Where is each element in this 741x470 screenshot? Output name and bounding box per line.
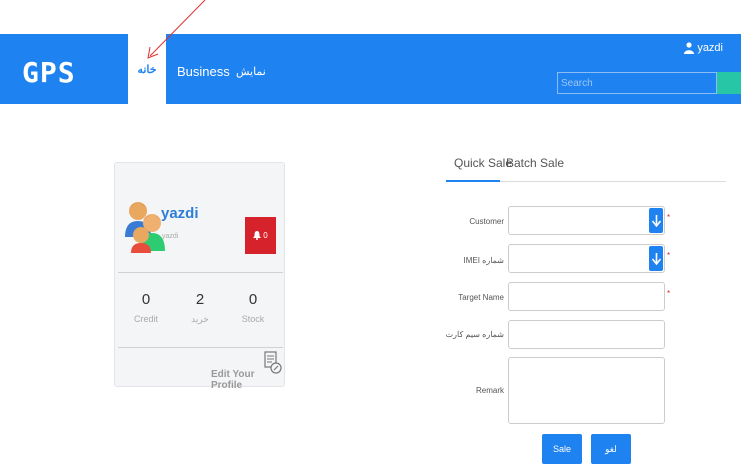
imei-label: IMEI شماره <box>463 256 505 265</box>
stat-label: Credit <box>133 314 158 324</box>
customer-label: Customer <box>469 217 504 226</box>
required-mark: * <box>667 251 671 260</box>
stat-stock: 0 Stock <box>228 291 278 324</box>
profile-card: yazdi yazdi 0 0 Credit 2 خرید 0 Stock Ed… <box>114 162 285 391</box>
active-tab-indicator <box>446 180 500 182</box>
required-mark: * <box>667 213 671 222</box>
cancel-button[interactable]: لغو <box>591 434 631 464</box>
nav-business[interactable]: Business <box>177 64 230 79</box>
edit-document-icon[interactable] <box>264 351 282 375</box>
stat-label: خرید <box>191 314 209 324</box>
stat-label: Stock <box>241 314 265 324</box>
imei-select[interactable] <box>508 244 665 273</box>
target-name-input[interactable] <box>508 282 665 311</box>
imei-dropdown-button[interactable] <box>649 246 663 271</box>
profile-subtitle: yazdi <box>162 233 179 240</box>
stat-value: 0 <box>248 291 258 308</box>
remark-textarea[interactable] <box>508 357 665 424</box>
search-button[interactable] <box>717 72 741 94</box>
annotation-strip <box>0 0 741 34</box>
sale-tabs: Quick Sale Batch Sale <box>446 152 726 182</box>
stat-value: 2 <box>195 291 205 308</box>
profile-username: yazdi <box>161 205 199 222</box>
remark-label: Remark <box>475 386 504 395</box>
sim-number-label: شماره سیم کارت <box>445 330 504 339</box>
tab-quick-sale[interactable]: Quick Sale <box>454 156 512 170</box>
nav-display[interactable]: نمایش <box>236 65 266 78</box>
stat-value: 0 <box>141 291 151 308</box>
top-navbar: GPS خانه Business نمایش yazdi <box>0 34 741 104</box>
sale-button[interactable]: Sale <box>542 434 582 464</box>
arrow-down-icon <box>651 214 661 227</box>
bell-icon <box>253 231 262 240</box>
tab-batch-sale[interactable]: Batch Sale <box>506 156 564 170</box>
stat-purchase: 2 خرید <box>175 291 225 325</box>
customer-select[interactable] <box>508 206 665 235</box>
notification-count: 0 <box>263 231 268 240</box>
nav-home[interactable]: خانه <box>128 34 166 104</box>
card-divider <box>118 272 283 273</box>
user-name: yazdi <box>697 42 723 54</box>
user-menu[interactable]: yazdi <box>684 42 723 54</box>
customer-dropdown-button[interactable] <box>649 208 663 233</box>
card-divider <box>118 347 283 348</box>
app-logo[interactable]: GPS <box>22 56 76 89</box>
search-input[interactable] <box>557 72 717 94</box>
required-mark: * <box>667 289 671 298</box>
user-icon <box>684 42 695 54</box>
sim-number-input[interactable] <box>508 320 665 349</box>
target-name-label: Target Name <box>458 293 504 302</box>
stat-credit: 0 Credit <box>121 291 171 324</box>
arrow-down-icon <box>651 252 661 265</box>
notification-badge[interactable]: 0 <box>245 217 276 254</box>
